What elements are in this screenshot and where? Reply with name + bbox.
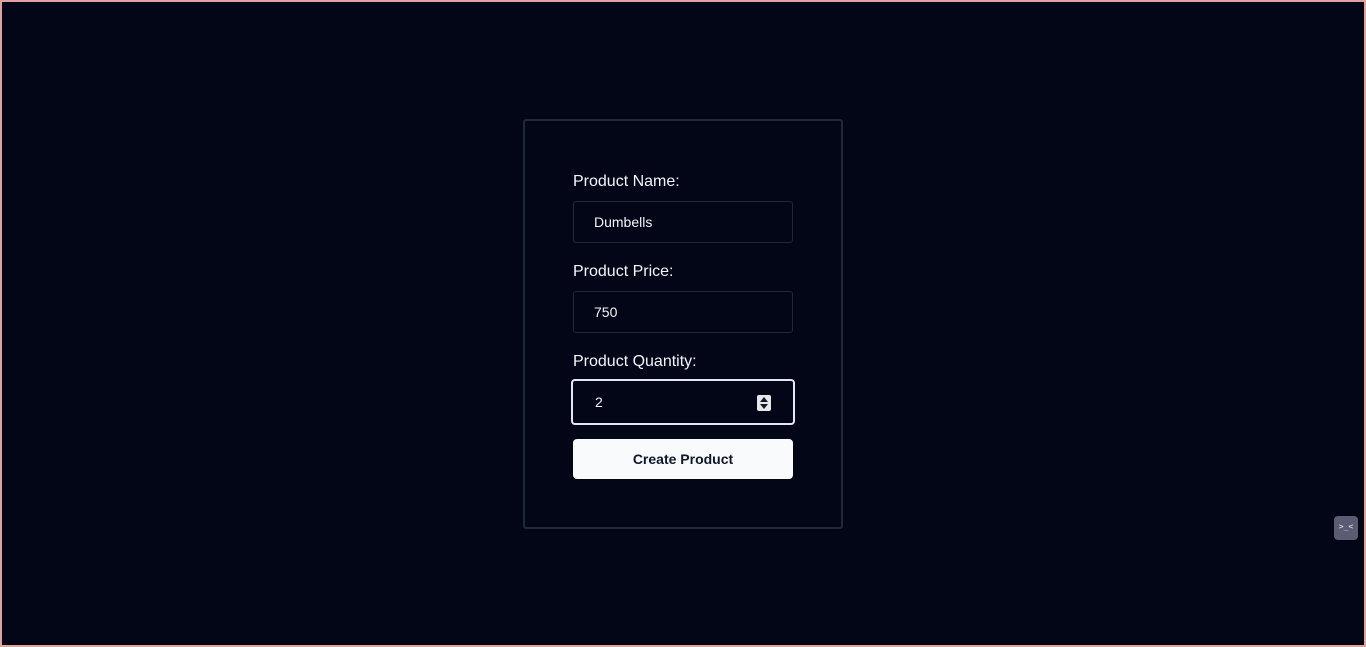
product-quantity-input[interactable]: 2 bbox=[571, 379, 795, 425]
product-name-input[interactable]: Dumbells bbox=[573, 201, 793, 243]
quantity-spinner-icon[interactable] bbox=[757, 395, 771, 411]
product-price-label: Product Price: bbox=[573, 263, 674, 280]
product-price-input[interactable]: 750 bbox=[573, 291, 793, 333]
dev-tools-widget-icon[interactable]: >_< bbox=[1334, 516, 1358, 540]
create-product-button[interactable]: Create Product bbox=[573, 439, 793, 479]
product-quantity-value: 2 bbox=[595, 394, 603, 410]
product-quantity-label: Product Quantity: bbox=[573, 353, 697, 370]
product-name-label: Product Name: bbox=[573, 173, 680, 190]
product-form-card: Product Name: Dumbells Product Price: 75… bbox=[523, 119, 843, 529]
